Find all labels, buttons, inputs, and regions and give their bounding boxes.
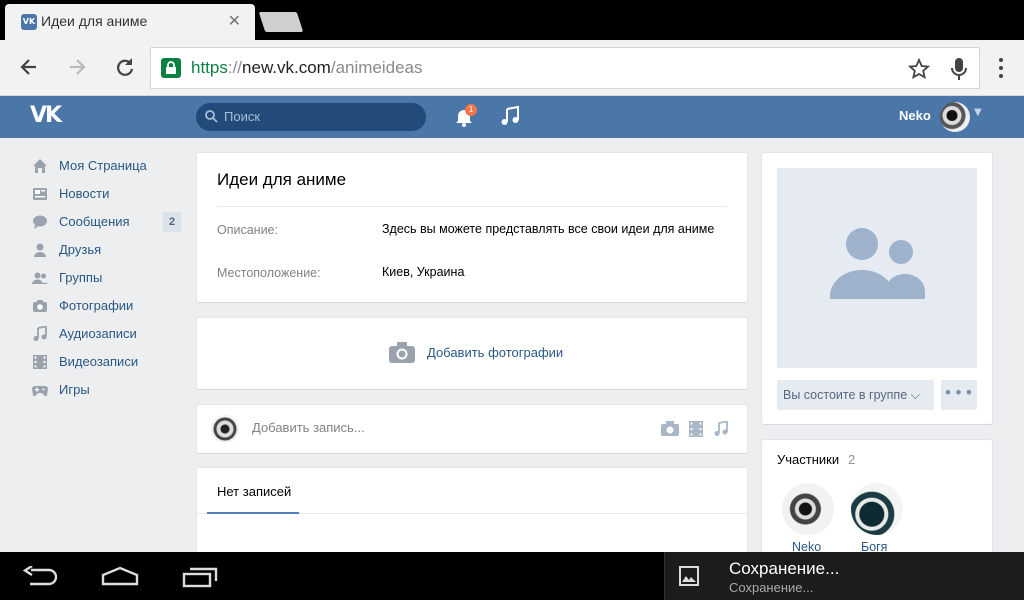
sidebar: Моя Страница Новости Сообщения 2 Друзья … [30, 152, 190, 404]
members-panel: Участники 2 Neko Богя [762, 440, 992, 570]
forward-arrow-icon[interactable] [62, 52, 92, 82]
chevron-down-icon[interactable]: ▼ [974, 107, 982, 118]
recent-apps-icon[interactable] [182, 566, 220, 588]
group-info-panel: Идеи для аниме Описание: Здесь вы можете… [197, 153, 747, 302]
search-input[interactable]: Поиск [196, 103, 426, 131]
bookmark-star-icon[interactable] [907, 57, 931, 81]
film-icon [33, 355, 47, 369]
browser-toolbar: https://new.vk.com/animeideas [0, 40, 1024, 96]
back-arrow-icon[interactable] [14, 52, 44, 82]
gamepad-icon [32, 386, 48, 397]
vk-favicon-icon: VK [21, 14, 37, 30]
back-icon[interactable] [22, 566, 58, 588]
messages-count-badge: 2 [163, 212, 181, 232]
music-note-icon[interactable] [713, 421, 729, 437]
avatar [211, 415, 239, 443]
tab-strip: VK Идеи для аниме ✕ [0, 0, 1024, 40]
home-icon [33, 159, 47, 173]
post-input[interactable]: Добавить запись... [252, 420, 365, 435]
notifications-badge: 1 [465, 104, 477, 116]
vk-header: VK Поиск 1 Neko ▼ [0, 96, 1024, 138]
tab-title: Идеи для аниме [41, 13, 148, 29]
home-icon[interactable] [100, 566, 140, 586]
video-icon[interactable] [689, 421, 703, 437]
sidebar-item-games[interactable]: Игры [30, 376, 190, 404]
divider [217, 206, 727, 207]
add-photos-panel: Добавить фотографии [197, 318, 747, 389]
music-note-icon [33, 326, 47, 341]
sidebar-item-messages[interactable]: Сообщения 2 [30, 208, 190, 236]
members-title[interactable]: Участники [777, 452, 839, 467]
location-value[interactable]: Киев, Украина [382, 263, 722, 282]
sidebar-item-friends[interactable]: Друзья [30, 236, 190, 264]
tab-close-icon[interactable]: ✕ [228, 11, 241, 30]
sidebar-item-my-page[interactable]: Моя Страница [30, 152, 190, 180]
member-avatar[interactable] [851, 483, 903, 535]
more-button[interactable]: ••• [941, 380, 977, 410]
sidebar-item-video[interactable]: Видеозаписи [30, 348, 190, 376]
vk-logo[interactable]: VK [30, 104, 66, 128]
news-icon [33, 188, 47, 200]
username[interactable]: Neko [899, 108, 931, 123]
microphone-icon[interactable] [949, 56, 969, 82]
description-label: Описание: [217, 223, 278, 237]
url-text: https://new.vk.com/animeideas [191, 58, 423, 77]
messages-icon [33, 215, 47, 229]
camera-icon [33, 300, 47, 312]
sidebar-item-audio[interactable]: Аудиозаписи [30, 320, 190, 348]
avatar[interactable] [940, 102, 970, 132]
location-label: Местоположение: [217, 266, 321, 280]
group-placeholder-icon [830, 228, 926, 299]
sidebar-item-news[interactable]: Новости [30, 180, 190, 208]
new-post-panel: Добавить запись... [197, 405, 747, 453]
group-cover-panel: Вы состоите в группе ⌵ ••• [762, 153, 992, 424]
description-value: Здесь вы можете представлять все свои ид… [382, 222, 715, 236]
friends-icon [34, 243, 46, 257]
secure-lock-icon [161, 58, 181, 78]
menu-dots-icon[interactable] [996, 56, 1006, 80]
search-icon [205, 110, 218, 123]
image-icon [679, 566, 699, 586]
group-avatar-placeholder [777, 168, 977, 368]
groups-icon [32, 272, 48, 284]
sidebar-item-groups[interactable]: Группы [30, 264, 190, 292]
camera-icon[interactable] [661, 421, 679, 437]
reload-icon[interactable] [110, 52, 140, 82]
address-bar[interactable]: https://new.vk.com/animeideas [150, 47, 980, 89]
chevron-down-icon: ⌵ [910, 388, 921, 402]
notification-title: Сохранение... [729, 559, 840, 578]
membership-button[interactable]: Вы состоите в группе ⌵ [777, 380, 934, 410]
tab-no-posts[interactable]: Нет записей [217, 484, 291, 499]
download-notification[interactable]: Сохранение... Сохранение... [664, 552, 1024, 600]
active-tab-indicator [207, 512, 299, 514]
browser-tab[interactable]: VK Идеи для аниме ✕ [5, 4, 255, 40]
sidebar-item-photos[interactable]: Фотографии [30, 292, 190, 320]
member-avatar[interactable] [782, 483, 834, 535]
members-count: 2 [848, 452, 856, 467]
music-icon[interactable] [500, 105, 520, 127]
notification-subtitle: Сохранение... [729, 580, 814, 595]
new-tab-button[interactable] [258, 12, 304, 32]
search-placeholder: Поиск [224, 109, 261, 124]
camera-icon [389, 342, 415, 363]
page-title: Идеи для аниме [217, 170, 347, 189]
